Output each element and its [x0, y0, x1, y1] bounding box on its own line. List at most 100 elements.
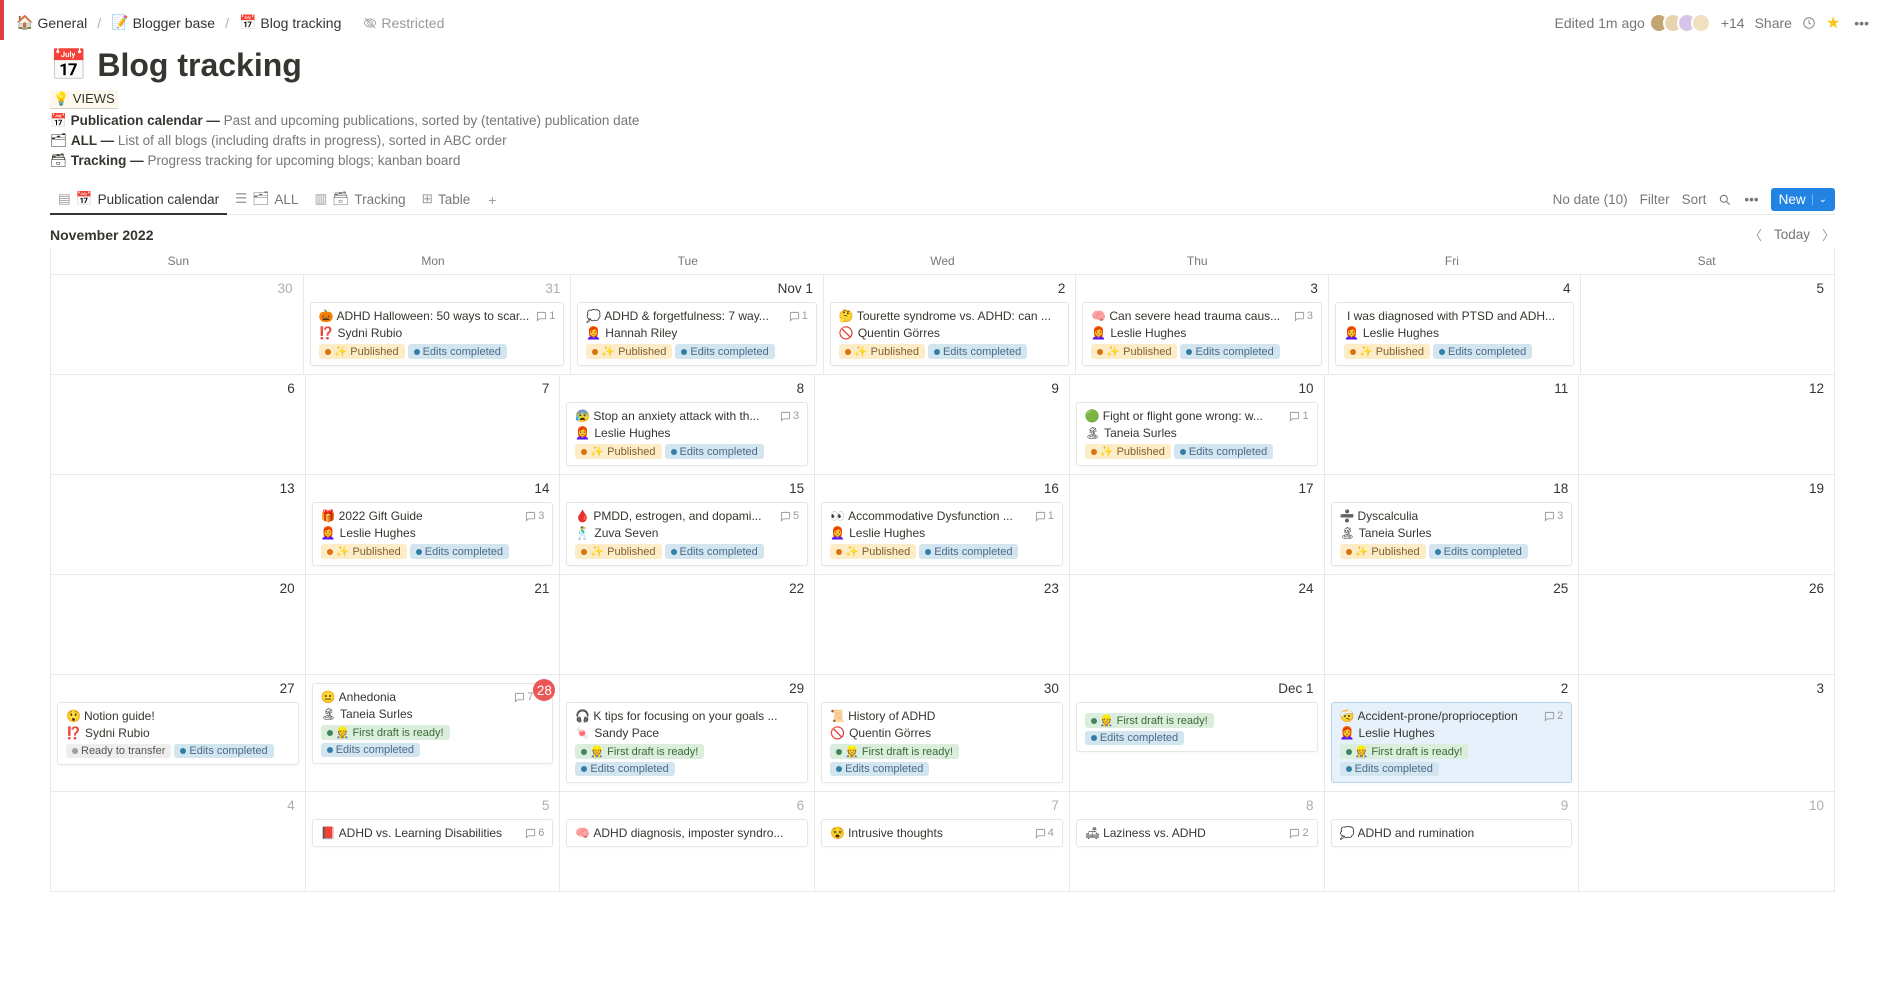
more-icon[interactable]: •••: [1850, 11, 1873, 35]
calendar-week: 1314🎁2022 Gift Guide3👩‍🦰Leslie Hughes✨ P…: [51, 474, 1834, 574]
more-options-icon[interactable]: •••: [1744, 192, 1758, 207]
calendar-card[interactable]: 🤕Accident-prone/proprioception2👩‍🦰Leslie…: [1331, 702, 1573, 783]
calendar-day[interactable]: 4I was diagnosed with PTSD and ADH...👩‍🦰…: [1329, 274, 1582, 374]
calendar-card[interactable]: 👷 First draft is ready!Edits completed: [1076, 702, 1318, 752]
calendar-day[interactable]: 30: [51, 274, 304, 374]
calendar-day[interactable]: 7😵Intrusive thoughts4: [815, 791, 1070, 891]
search-icon[interactable]: [1718, 193, 1732, 207]
add-view-button[interactable]: +: [480, 188, 504, 212]
calendar-day[interactable]: 10: [1579, 791, 1834, 891]
calendar-card[interactable]: ➗Dyscalculia3🏝Taneia Surles✨ PublishedEd…: [1331, 502, 1573, 566]
calendar-card[interactable]: 🤔Tourette syndrome vs. ADHD: can ...🚫Que…: [830, 302, 1070, 366]
calendar-day[interactable]: 31🎃ADHD Halloween: 50 ways to scar...1⁉️…: [304, 274, 572, 374]
calendar-card[interactable]: 📜History of ADHD🚫Quentin Görres👷 First d…: [821, 702, 1063, 783]
card-tags: ✨ PublishedEdits completed: [586, 344, 808, 359]
calendar-day[interactable]: 8🛋Laziness vs. ADHD2: [1070, 791, 1325, 891]
share-button[interactable]: Share: [1755, 15, 1792, 31]
calendar-card[interactable]: 📕ADHD vs. Learning Disabilities6: [312, 819, 554, 847]
page-icon[interactable]: 📅: [50, 48, 87, 83]
calendar-day[interactable]: 6: [51, 374, 306, 474]
card-title: 🎃ADHD Halloween: 50 ways to scar...1: [319, 309, 556, 323]
calendar-card[interactable]: 🧠ADHD diagnosis, imposter syndro...: [566, 819, 808, 847]
avatar-overflow[interactable]: +14: [1721, 15, 1745, 31]
avatar-stack[interactable]: [1655, 13, 1711, 33]
no-date-button[interactable]: No date (10): [1553, 192, 1628, 207]
calendar-day[interactable]: 22: [560, 574, 815, 674]
calendar-day[interactable]: 6🧠ADHD diagnosis, imposter syndro...: [560, 791, 815, 891]
page-title[interactable]: Blog tracking: [97, 47, 301, 84]
calendar-day[interactable]: 28😐Anhedonia7🏝Taneia Surles👷 First draft…: [306, 674, 561, 791]
crumb-general[interactable]: 🏠General: [12, 12, 91, 33]
sort-button[interactable]: Sort: [1682, 192, 1707, 207]
card-author: 🍬Sandy Pace: [575, 726, 799, 740]
calendar-day[interactable]: 5📕ADHD vs. Learning Disabilities6: [306, 791, 561, 891]
day-number: 2: [1329, 679, 1575, 698]
next-month-button[interactable]: 〉: [1822, 225, 1835, 244]
calendar-card[interactable]: 👀Accommodative Dysfunction ...1👩‍🦰Leslie…: [821, 502, 1063, 566]
calendar-day[interactable]: Nov 1💭ADHD & forgetfulness: 7 way...1👩‍🦰…: [571, 274, 824, 374]
calendar-day[interactable]: 9: [815, 374, 1070, 474]
calendar-day[interactable]: 3: [1579, 674, 1834, 791]
calendar-day[interactable]: 24: [1070, 574, 1325, 674]
calendar-day[interactable]: 2 🤕Accident-prone/proprioception2👩‍🦰Lesli…: [1325, 674, 1580, 791]
calendar-day[interactable]: 18➗Dyscalculia3🏝Taneia Surles✨ Published…: [1325, 474, 1580, 574]
calendar-day[interactable]: 11: [1325, 374, 1580, 474]
calendar-card[interactable]: 😵Intrusive thoughts4: [821, 819, 1063, 847]
calendar-card[interactable]: 🎧K tips for focusing on your goals ...🍬S…: [566, 702, 808, 783]
calendar-card[interactable]: 😰Stop an anxiety attack with th...3👩‍🦰Le…: [566, 402, 808, 466]
calendar-day[interactable]: 7: [306, 374, 561, 474]
calendar-day[interactable]: 9💭ADHD and rumination: [1325, 791, 1580, 891]
calendar-card[interactable]: 🧠Can severe head trauma caus...3👩‍🦰Lesli…: [1082, 302, 1322, 366]
calendar-day[interactable]: 4: [51, 791, 306, 891]
calendar-day[interactable]: 13: [51, 474, 306, 574]
calendar-card[interactable]: 🛋Laziness vs. ADHD2: [1076, 819, 1318, 847]
tag-published: ✨ Published: [1340, 544, 1426, 559]
calendar-day[interactable]: 23: [815, 574, 1070, 674]
calendar-day[interactable]: 3🧠Can severe head trauma caus...3👩‍🦰Lesl…: [1076, 274, 1329, 374]
calendar-day[interactable]: 14🎁2022 Gift Guide3👩‍🦰Leslie Hughes✨ Pub…: [306, 474, 561, 574]
tab-tracking[interactable]: ▥🗃Tracking: [306, 185, 413, 215]
calendar-week: 20212223242526: [51, 574, 1834, 674]
star-icon[interactable]: ★: [1826, 13, 1840, 33]
tab-publication-calendar[interactable]: ▤📅Publication calendar: [50, 185, 227, 215]
calendar-day[interactable]: 20: [51, 574, 306, 674]
card-title: 🎁2022 Gift Guide3: [321, 509, 545, 523]
calendar-day[interactable]: Dec 1👷 First draft is ready!Edits comple…: [1070, 674, 1325, 791]
calendar-day[interactable]: 2🤔Tourette syndrome vs. ADHD: can ...🚫Qu…: [824, 274, 1077, 374]
calendar-day[interactable]: 8😰Stop an anxiety attack with th...3👩‍🦰L…: [560, 374, 815, 474]
today-button[interactable]: Today: [1774, 227, 1810, 242]
new-button[interactable]: New⌄: [1771, 188, 1835, 211]
calendar-card[interactable]: I was diagnosed with PTSD and ADH...👩‍🦰L…: [1335, 302, 1575, 366]
calendar-day[interactable]: 30📜History of ADHD🚫Quentin Görres👷 First…: [815, 674, 1070, 791]
calendar-day[interactable]: 17: [1070, 474, 1325, 574]
calendar-day[interactable]: 25: [1325, 574, 1580, 674]
tab-table[interactable]: ⊞Table: [414, 185, 479, 215]
calendar-card[interactable]: 💭ADHD & forgetfulness: 7 way...1👩‍🦰Hanna…: [577, 302, 817, 366]
calendar-day[interactable]: 15🩸PMDD, estrogen, and dopami...5🕺Zuva S…: [560, 474, 815, 574]
calendar-day[interactable]: 10🟢Fight or flight gone wrong: w...1🏝Tan…: [1070, 374, 1325, 474]
restricted-badge[interactable]: Restricted: [363, 15, 444, 31]
crumb-blogger-base[interactable]: 📝Blogger base: [107, 12, 219, 33]
tag-edits: Edits completed: [1174, 444, 1273, 459]
calendar-card[interactable]: 🎁2022 Gift Guide3👩‍🦰Leslie Hughes✨ Publi…: [312, 502, 554, 566]
calendar-card[interactable]: 🩸PMDD, estrogen, and dopami...5🕺Zuva Sev…: [566, 502, 808, 566]
filter-button[interactable]: Filter: [1640, 192, 1670, 207]
calendar-day[interactable]: 27😲Notion guide!⁉️Sydni RubioReady to tr…: [51, 674, 306, 791]
calendar-card[interactable]: 😐Anhedonia7🏝Taneia Surles👷 First draft i…: [312, 683, 554, 764]
tab-all[interactable]: ☰🗂ALL: [227, 185, 306, 215]
crumb-blog-tracking[interactable]: 📅Blog tracking: [235, 12, 345, 33]
chevron-down-icon[interactable]: ⌄: [1812, 194, 1827, 205]
calendar-day[interactable]: 16👀Accommodative Dysfunction ...1👩‍🦰Lesl…: [815, 474, 1070, 574]
calendar-card[interactable]: 🟢Fight or flight gone wrong: w...1🏝Tanei…: [1076, 402, 1318, 466]
clock-icon[interactable]: [1802, 16, 1816, 30]
calendar-day[interactable]: 5: [1581, 274, 1834, 374]
calendar-card[interactable]: 💭ADHD and rumination: [1331, 819, 1573, 847]
prev-month-button[interactable]: 〈: [1749, 225, 1762, 244]
calendar-day[interactable]: 12: [1579, 374, 1834, 474]
calendar-day[interactable]: 29🎧K tips for focusing on your goals ...…: [560, 674, 815, 791]
calendar-day[interactable]: 19: [1579, 474, 1834, 574]
calendar-day[interactable]: 21: [306, 574, 561, 674]
calendar-card[interactable]: 🎃ADHD Halloween: 50 ways to scar...1⁉️Sy…: [310, 302, 565, 366]
calendar-card[interactable]: 😲Notion guide!⁉️Sydni RubioReady to tran…: [57, 702, 299, 765]
calendar-day[interactable]: 26: [1579, 574, 1834, 674]
